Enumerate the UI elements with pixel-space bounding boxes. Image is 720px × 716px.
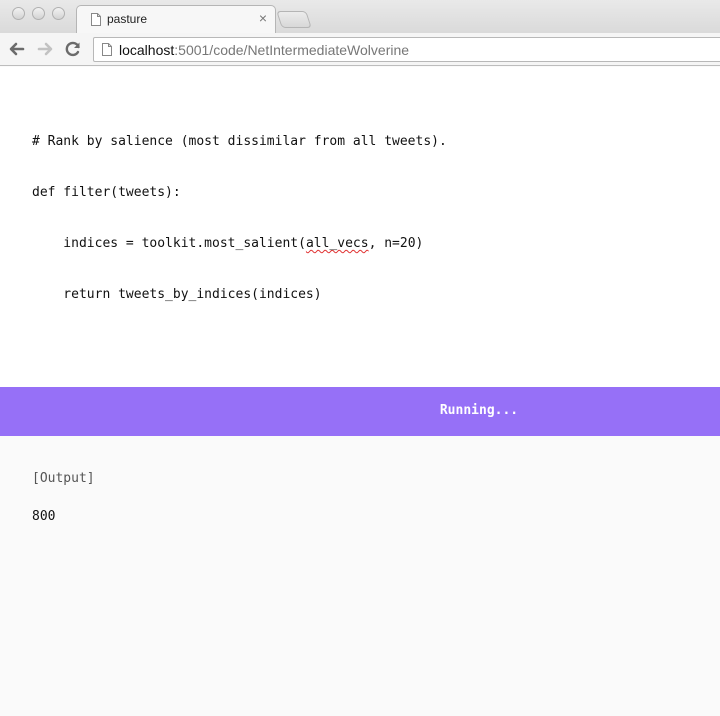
code-block[interactable]: # Rank by salience (most dissimilar from… [32, 99, 447, 337]
tab-pasture[interactable]: pasture × [76, 5, 276, 33]
code-text: , n=20) [368, 236, 424, 251]
code-line: return tweets_by_indices(indices) [32, 287, 322, 302]
page-icon [91, 13, 101, 26]
code-line: # Rank by salience (most dissimilar from… [32, 134, 447, 149]
minimize-window-icon[interactable] [32, 7, 45, 20]
tab-title: pasture [107, 12, 148, 26]
url-path: :5001/code/NetIntermediateWolverine [174, 42, 410, 58]
tab-close-icon[interactable]: × [259, 10, 267, 26]
new-tab-button[interactable] [276, 11, 312, 28]
misspelled-word: all_vecs [305, 236, 369, 251]
browser-toolbar: localhost:5001/code/NetIntermediateWolve… [0, 33, 720, 66]
url-host: localhost [119, 42, 175, 58]
code-line: def filter(tweets): [32, 185, 181, 200]
output-panel: [Output] 800 [0, 436, 720, 716]
run-status-text: Running... [439, 403, 519, 418]
run-status-bar[interactable]: Running... [0, 387, 720, 436]
page-icon [102, 43, 112, 56]
back-arrow-icon[interactable] [6, 38, 28, 60]
forward-arrow-icon[interactable] [34, 38, 56, 60]
url-text[interactable]: localhost:5001/code/NetIntermediateWolve… [119, 42, 409, 58]
output-label: [Output] [32, 471, 95, 486]
code-editor[interactable]: # Rank by salience (most dissimilar from… [0, 67, 720, 387]
address-bar[interactable]: localhost:5001/code/NetIntermediateWolve… [93, 37, 720, 62]
maximize-window-icon[interactable] [52, 7, 65, 20]
tab-bar: pasture × [0, 0, 720, 33]
output-value: 800 [32, 509, 56, 524]
close-window-icon[interactable] [12, 7, 25, 20]
code-text: indices = toolkit.most_salient( [32, 236, 306, 251]
code-line: indices = toolkit.most_salient(all_vecs,… [32, 235, 447, 252]
reload-icon[interactable] [62, 38, 84, 60]
